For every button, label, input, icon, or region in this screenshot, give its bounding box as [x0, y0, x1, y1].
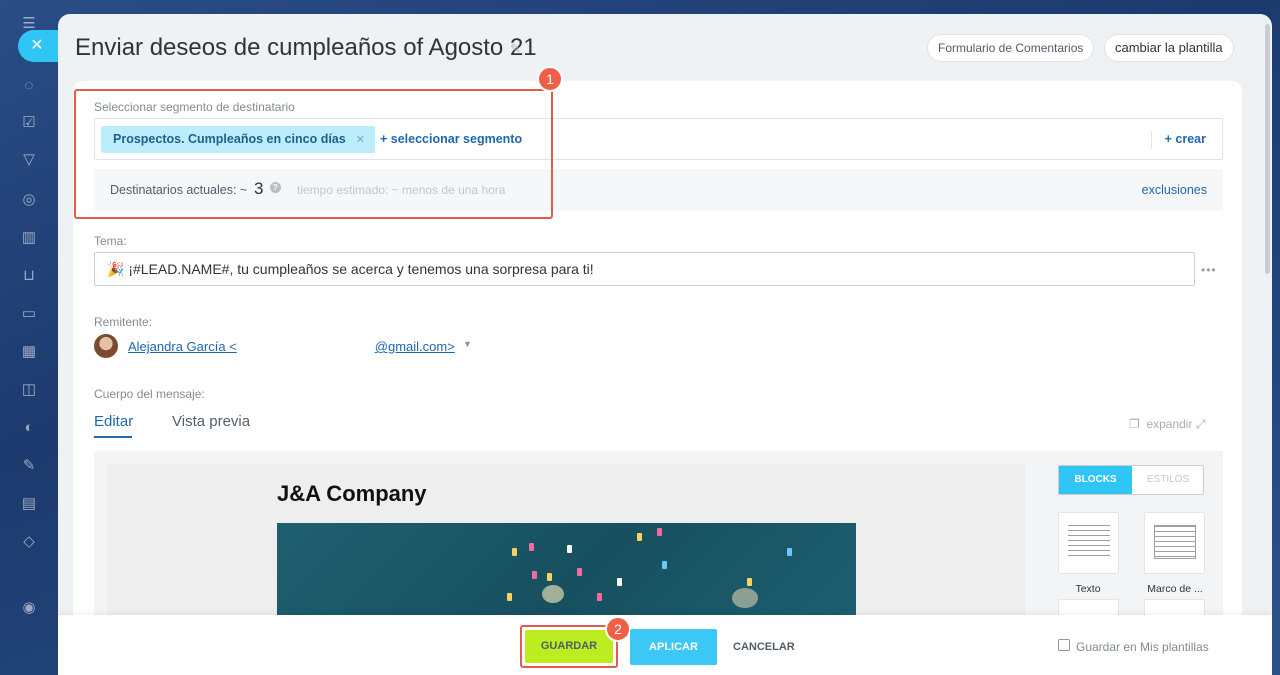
- apply-button[interactable]: APLICAR: [630, 629, 717, 665]
- tab-styles[interactable]: ESTILOS: [1132, 466, 1204, 494]
- annotation-badge-2: 2: [605, 616, 631, 642]
- exclusions-link[interactable]: exclusiones: [1142, 183, 1207, 197]
- box-icon[interactable]: ◇: [19, 532, 39, 552]
- sender-select[interactable]: Alejandra García < @gmail.com>: [128, 339, 455, 354]
- body-label: Cuerpo del mensaje:: [94, 387, 205, 401]
- cart-icon[interactable]: ⊔: [19, 266, 39, 286]
- mailing-editor-panel: Enviar deseos de cumpleaños of Agosto 21…: [58, 14, 1272, 675]
- chevron-down-icon[interactable]: ▼: [463, 339, 472, 349]
- confetti: [507, 593, 512, 601]
- avatar: [94, 334, 118, 358]
- copy-icon: ❐: [1129, 417, 1140, 431]
- annotation-badge-1: 1: [537, 66, 563, 92]
- confetti-blur: [542, 585, 564, 603]
- email-editor: J&A Company BLOCKS ESTILOS Texto Marco d…: [94, 451, 1223, 653]
- frame-block-icon: [1154, 525, 1196, 559]
- sender-name: Alejandra García <: [128, 339, 237, 354]
- calendar-icon[interactable]: ▦: [19, 342, 39, 362]
- confetti-blur: [732, 588, 758, 608]
- storage-icon[interactable]: ◫: [19, 380, 39, 400]
- confetti: [512, 548, 517, 556]
- confetti: [787, 548, 792, 556]
- save-template-label[interactable]: Guardar en Mis plantillas: [1076, 640, 1209, 654]
- confetti: [567, 545, 572, 553]
- annotation-frame-1: [74, 89, 553, 219]
- settings-icon[interactable]: ◉: [19, 598, 39, 618]
- more-options-icon[interactable]: •••: [1201, 263, 1217, 277]
- divider: [1151, 131, 1152, 149]
- confetti: [532, 571, 537, 579]
- active-tab-indicator: [94, 436, 132, 438]
- confetti: [597, 593, 602, 601]
- save-template-checkbox[interactable]: [1058, 639, 1070, 651]
- blocks-styles-toggle: BLOCKS ESTILOS: [1058, 465, 1204, 495]
- save-button[interactable]: GUARDAR: [525, 630, 613, 663]
- text-block[interactable]: [1058, 512, 1119, 574]
- edit-title-icon[interactable]: ✎: [510, 41, 521, 57]
- funnel-icon[interactable]: ▽: [19, 150, 39, 170]
- confetti: [747, 578, 752, 586]
- sender-email-domain: @gmail.com>: [374, 339, 455, 354]
- frame-block[interactable]: [1144, 512, 1205, 574]
- subject-input[interactable]: 🎉 ¡#LEAD.NAME#, tu cumpleaños se acerca …: [94, 252, 1195, 286]
- feedback-form-button[interactable]: Formulario de Comentarios: [927, 34, 1095, 62]
- footer-bar: GUARDAR 2 APLICAR CANCELAR Guardar en Mi…: [58, 615, 1272, 675]
- confetti: [657, 528, 662, 536]
- page-title: Enviar deseos de cumpleaños of Agosto 21: [75, 34, 537, 61]
- scrollbar[interactable]: [1265, 24, 1270, 274]
- expand-label: expandir: [1146, 417, 1193, 431]
- company-heading[interactable]: J&A Company: [277, 481, 427, 507]
- text-block-label: Texto: [1075, 583, 1101, 595]
- tab-blocks[interactable]: BLOCKS: [1059, 466, 1132, 494]
- docs-icon[interactable]: ▤: [19, 494, 39, 514]
- contacts-icon[interactable]: ▭: [19, 304, 39, 324]
- tasks-icon[interactable]: ☑: [19, 113, 39, 133]
- expand-icon: ⤢: [1195, 417, 1206, 431]
- robot-icon[interactable]: ◎: [19, 190, 39, 210]
- chat-icon[interactable]: ◌: [19, 76, 39, 96]
- confetti: [529, 543, 534, 551]
- confetti: [617, 578, 622, 586]
- sign-icon[interactable]: ✎: [19, 456, 39, 476]
- tab-edit[interactable]: Editar: [94, 413, 133, 430]
- text-block-icon: [1068, 525, 1110, 559]
- subject-label: Tema:: [94, 234, 127, 248]
- cancel-button[interactable]: CANCELAR: [733, 641, 795, 653]
- left-sidebar: ☰ ◌ ☑ ▽ ◎ ▥ ⊔ ▭ ▦ ◫ ◐ ✎ ▤ ◇ ◉: [0, 0, 58, 675]
- confetti: [547, 573, 552, 581]
- confetti: [662, 561, 667, 569]
- sender-label: Remitente:: [94, 315, 153, 329]
- confetti: [577, 568, 582, 576]
- confetti: [637, 533, 642, 541]
- change-template-button[interactable]: cambiar la plantilla: [1104, 34, 1234, 62]
- expand-button[interactable]: ❐ expandir ⤢: [1129, 417, 1205, 432]
- frame-block-label: Marco de ...: [1147, 583, 1203, 595]
- close-slider-button[interactable]: ✕: [18, 30, 62, 62]
- analytics-icon[interactable]: ▥: [19, 228, 39, 248]
- marketing-icon[interactable]: ◐: [19, 418, 39, 438]
- tab-preview[interactable]: Vista previa: [172, 413, 250, 430]
- create-segment-link[interactable]: + crear: [1165, 132, 1206, 146]
